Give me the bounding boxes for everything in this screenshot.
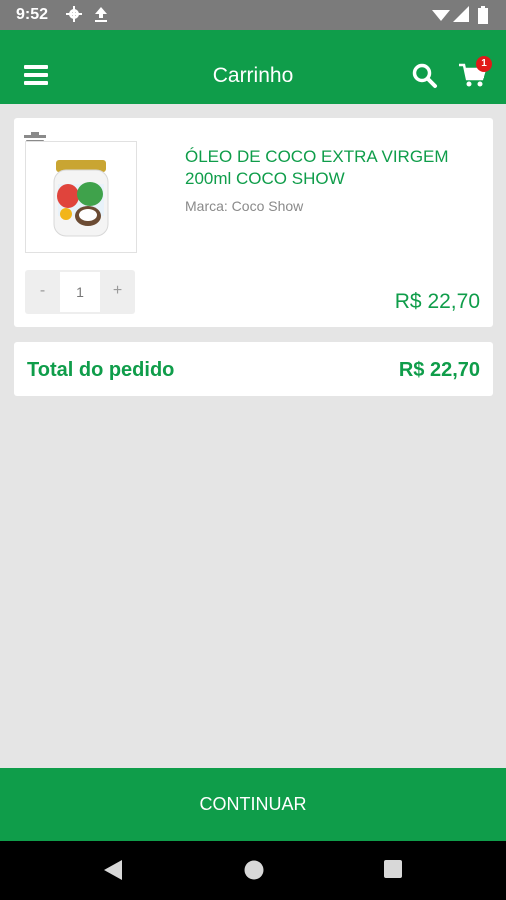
decrease-quantity-button[interactable]: -: [25, 270, 60, 314]
wifi-icon: [432, 10, 450, 21]
app-bar: Carrinho: [0, 30, 506, 104]
home-icon[interactable]: [244, 860, 264, 880]
search-icon[interactable]: [412, 63, 438, 89]
order-total-value: R$ 22,70: [398, 359, 480, 381]
settings-icon: [66, 6, 82, 22]
cart-count-badge: 1: [476, 56, 492, 72]
recent-apps-icon[interactable]: [384, 860, 402, 878]
quantity-stepper: - 1 +: [25, 270, 135, 314]
status-time: 9:52: [16, 6, 49, 23]
product-image[interactable]: [25, 141, 137, 253]
item-price: R$ 22,70: [394, 290, 480, 313]
product-brand: Marca: Coco Show: [185, 198, 304, 214]
upload-icon: [95, 7, 107, 22]
status-bar: 9:52: [0, 0, 506, 30]
continue-button[interactable]: CONTINUAR: [0, 768, 506, 841]
increase-quantity-button[interactable]: +: [100, 270, 135, 314]
order-total-label: Total do pedido: [27, 359, 175, 381]
product-name[interactable]: ÓLEO DE COCO EXTRA VIRGEM 200ml COCO SHO…: [185, 146, 475, 190]
quantity-value[interactable]: 1: [60, 272, 100, 312]
signal-icon: [453, 6, 469, 22]
battery-icon: [478, 6, 488, 24]
coconut-oil-jar-image: [53, 160, 109, 237]
system-nav-bar: [0, 841, 506, 900]
back-icon[interactable]: [104, 860, 122, 880]
